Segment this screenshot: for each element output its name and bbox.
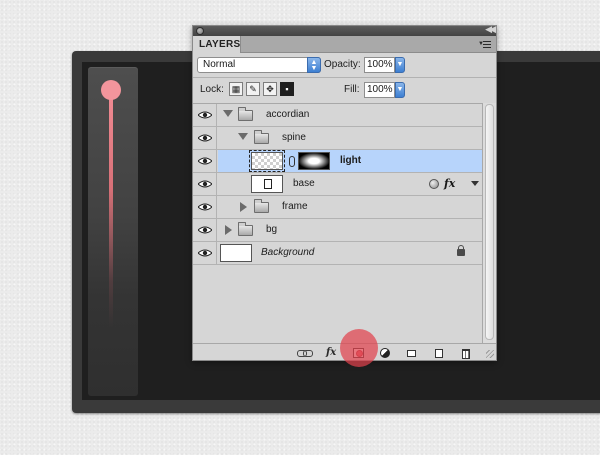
- spine-light-dot: [101, 80, 121, 100]
- layer-thumbnail[interactable]: [249, 150, 285, 172]
- delete-layer-icon: [462, 349, 470, 359]
- layer-name: bg: [266, 224, 278, 235]
- visibility-toggle[interactable]: [193, 173, 217, 195]
- visibility-toggle[interactable]: [193, 219, 217, 241]
- visibility-toggle[interactable]: [193, 150, 217, 172]
- opacity-label: Opacity:: [324, 59, 361, 70]
- layer-thumbnail[interactable]: [220, 244, 252, 262]
- layer-name: Background: [261, 247, 315, 258]
- eye-icon: [198, 249, 212, 257]
- eye-icon: [198, 134, 212, 142]
- lock-position-icon[interactable]: ✥: [263, 82, 277, 96]
- panel-titlebar[interactable]: ◀◀: [193, 24, 496, 36]
- collapse-icon[interactable]: ◀◀: [485, 24, 496, 35]
- expand-arrow-icon[interactable]: [238, 133, 248, 140]
- layer-mask-thumbnail[interactable]: [298, 152, 330, 170]
- blend-mode-value: Normal: [203, 59, 236, 70]
- layer-name: accordian: [266, 109, 310, 120]
- visibility-toggle[interactable]: [193, 196, 217, 218]
- layer-row-selected[interactable]: light: [193, 150, 482, 173]
- panel-tab-row: LAYERS ▼: [193, 36, 496, 53]
- divider: [193, 77, 496, 78]
- blend-mode-select[interactable]: Normal ▲ ▼: [197, 57, 321, 73]
- chevron-updown-icon[interactable]: ▲ ▼: [307, 57, 321, 73]
- eye-icon: [198, 203, 212, 211]
- opacity-dropdown-icon[interactable]: ▼: [395, 57, 405, 73]
- visibility-toggle[interactable]: [193, 127, 217, 149]
- new-layer-button[interactable]: [431, 346, 447, 360]
- expand-effects-icon[interactable]: [471, 181, 479, 186]
- smart-object-icon: [264, 179, 272, 189]
- link-layers-icon: [297, 350, 313, 357]
- layer-name: spine: [282, 132, 306, 143]
- spine-light-bar: [109, 97, 113, 327]
- opacity-input[interactable]: 100%: [364, 57, 395, 73]
- new-group-icon: [407, 350, 416, 357]
- eye-icon: [198, 111, 212, 119]
- layer-name: frame: [282, 201, 308, 212]
- scroll-thumb[interactable]: [485, 104, 494, 340]
- layer-row[interactable]: bg: [193, 219, 482, 242]
- lock-transparent-pixels-icon[interactable]: ▦: [229, 82, 243, 96]
- folder-icon: [254, 130, 269, 144]
- folder-icon: [254, 199, 269, 213]
- lock-label: Lock:: [200, 84, 224, 95]
- new-group-button[interactable]: [404, 346, 420, 360]
- tab-layers[interactable]: LAYERS: [193, 36, 241, 53]
- layers-panel: ◀◀ LAYERS ▼ Normal ▲ ▼ Opacity: 100% ▼ Lo…: [192, 24, 497, 361]
- lock-icon: [457, 245, 465, 256]
- fill-label: Fill:: [344, 84, 360, 95]
- eye-icon: [198, 226, 212, 234]
- layer-row[interactable]: frame: [193, 196, 482, 219]
- fill-input[interactable]: 100%: [364, 82, 395, 98]
- eye-icon: [198, 157, 212, 165]
- spine-artwork: [88, 67, 138, 396]
- layer-name: light: [340, 155, 362, 166]
- fill-dropdown-icon[interactable]: ▼: [395, 82, 405, 98]
- effects-globe-icon: [429, 179, 439, 189]
- layer-thumbnail[interactable]: [251, 175, 283, 193]
- link-layers-button[interactable]: [296, 346, 313, 360]
- mask-link-icon[interactable]: [289, 156, 295, 167]
- layers-list: accordian spine light base fx frame bg B…: [193, 103, 482, 343]
- new-adjustment-layer-button[interactable]: [377, 346, 393, 360]
- add-layer-style-button[interactable]: fx: [324, 346, 340, 360]
- layer-row[interactable]: spine: [193, 127, 482, 150]
- expand-arrow-icon[interactable]: [223, 110, 233, 117]
- new-adjustment-layer-icon: [380, 348, 390, 358]
- add-layer-style-icon: fx: [326, 347, 337, 358]
- layer-row[interactable]: Background: [193, 242, 482, 265]
- resize-grip-icon[interactable]: [486, 350, 494, 358]
- panel-menu-icon[interactable]: ▼: [478, 39, 492, 50]
- layers-scrollbar[interactable]: [482, 103, 496, 343]
- collapse-arrow-icon[interactable]: [240, 202, 247, 212]
- layer-row[interactable]: base fx: [193, 173, 482, 196]
- eye-icon: [198, 180, 212, 188]
- fx-icon[interactable]: fx: [444, 177, 455, 190]
- new-layer-icon: [435, 349, 443, 358]
- visibility-toggle[interactable]: [193, 242, 217, 264]
- folder-icon: [238, 222, 253, 236]
- lock-image-pixels-icon[interactable]: ✎: [246, 82, 260, 96]
- lock-all-icon[interactable]: ▪: [280, 82, 294, 96]
- close-icon[interactable]: [196, 27, 204, 35]
- delete-layer-button[interactable]: [458, 346, 474, 360]
- folder-icon: [238, 107, 253, 121]
- layer-name: base: [293, 178, 315, 189]
- visibility-toggle[interactable]: [193, 104, 217, 126]
- layer-row[interactable]: accordian: [193, 104, 482, 127]
- click-highlight: [340, 329, 378, 367]
- collapse-arrow-icon[interactable]: [225, 225, 232, 235]
